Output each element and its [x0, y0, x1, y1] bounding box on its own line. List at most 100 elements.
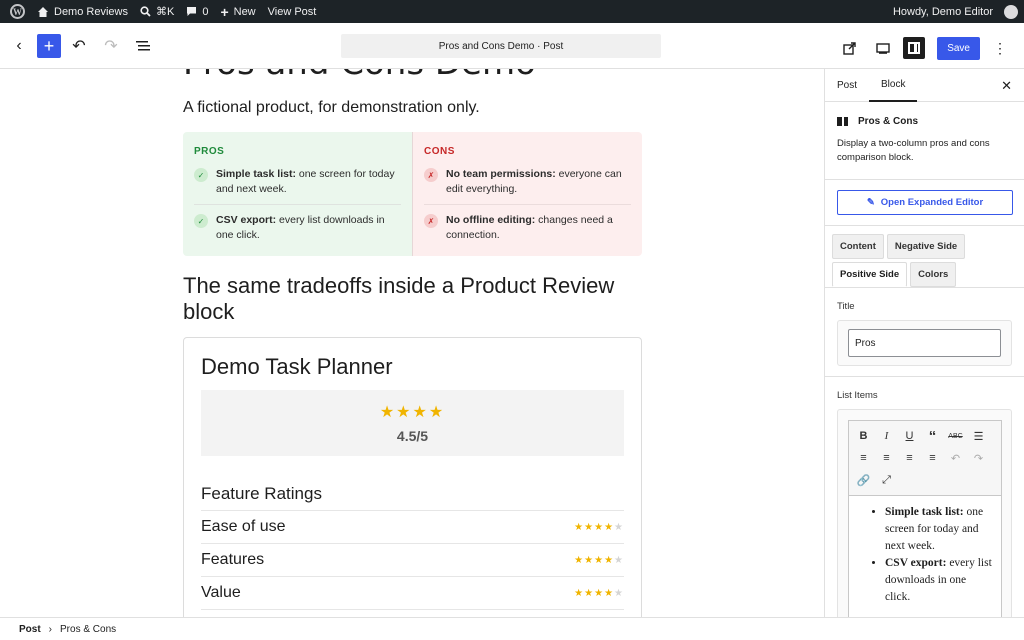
rich-text-toolbar: B I U “ ABC ☰ ≡ ≡ ≡ ≡ ↶ ↷ 🔗 ⤢ [848, 420, 1002, 496]
check-icon: ✓ [194, 214, 208, 228]
feature-stars-icon: ★★★★★ [574, 554, 624, 566]
numbered-list-icon[interactable]: ≡ [853, 448, 874, 468]
new-content-menu[interactable]: + New [214, 0, 261, 23]
site-name-label: Demo Reviews [54, 5, 128, 18]
save-button[interactable]: Save [937, 36, 980, 60]
tab-positive-side[interactable]: Positive Side [832, 262, 908, 287]
undo-icon: ↶ [72, 38, 86, 55]
underline-icon[interactable]: U [899, 426, 920, 446]
pros-item: ✓ Simple task list: one screen for today… [194, 167, 401, 205]
italic-icon[interactable]: I [876, 426, 897, 446]
undo-button[interactable]: ↶ [65, 32, 93, 60]
comment-icon [187, 7, 197, 16]
block-card-title: Pros & Cons [837, 116, 1012, 127]
redo-button[interactable]: ↷ [97, 32, 125, 60]
tab-negative-side[interactable]: Negative Side [886, 234, 966, 259]
feature-stars-icon: ★★★★★ [574, 521, 624, 533]
settings-tabs: Content Negative Side Positive Side Colo… [825, 226, 1024, 287]
list-item: CSV export: every list downloads in one … [885, 555, 993, 606]
cons-heading: CONS [424, 146, 455, 157]
redo-icon[interactable]: ↷ [968, 448, 989, 468]
check-icon: ✓ [194, 168, 208, 182]
tab-block[interactable]: Block [869, 69, 918, 102]
plus-icon: + [220, 3, 229, 20]
options-menu-button[interactable]: ⋮ [986, 34, 1014, 62]
pros-item-text: CSV export: every list downloads in one … [216, 213, 401, 243]
open-expanded-editor-button[interactable]: ✎ Open Expanded Editor [837, 190, 1013, 215]
title-field-wrap: Pros [837, 320, 1012, 366]
document-title: Pros and Cons Demo · Post [438, 40, 564, 52]
rich-text-body[interactable]: Simple task list: one screen for today a… [848, 496, 1002, 617]
site-name-link[interactable]: Demo Reviews [31, 0, 134, 23]
pros-column: PROS ✓ Simple task list: one screen for … [183, 132, 413, 256]
align-center-icon[interactable]: ≡ [899, 448, 920, 468]
blockquote-icon[interactable]: “ [922, 426, 943, 446]
wordpress-logo-menu[interactable]: W [0, 0, 31, 23]
feature-row: Features ★★★★★ [201, 544, 624, 577]
search-icon [140, 6, 151, 17]
bullet-list-icon[interactable]: ☰ [968, 426, 989, 446]
command-palette-button[interactable]: ⌘K [134, 0, 180, 23]
redo-icon: ↷ [104, 38, 118, 55]
external-link-icon [843, 41, 856, 55]
breadcrumb-block[interactable]: Pros & Cons [60, 624, 116, 635]
feature-label: Ease of use [201, 518, 286, 535]
fullscreen-icon[interactable]: ⤢ [876, 470, 897, 490]
align-left-icon[interactable]: ≡ [876, 448, 897, 468]
preview-button[interactable] [869, 34, 897, 62]
back-chevron-icon[interactable]: ‹ [5, 32, 33, 60]
tab-content[interactable]: Content [832, 234, 884, 259]
overall-stars-icon: ★★★★ [379, 404, 446, 421]
link-icon[interactable]: 🔗 [853, 470, 874, 490]
tab-post[interactable]: Post [825, 69, 869, 102]
undo-icon[interactable]: ↶ [945, 448, 966, 468]
feature-row: Value ★★★★★ [201, 577, 624, 610]
post-title[interactable]: Pros and Cons Demo [183, 69, 536, 83]
pros-heading: PROS [194, 146, 225, 157]
pros-item: ✓ CSV export: every list downloads in on… [194, 213, 401, 250]
cross-icon: ✗ [424, 168, 438, 182]
new-label: New [233, 5, 256, 18]
pros-cons-block[interactable]: PROS ✓ Simple task list: one screen for … [183, 132, 642, 256]
sidebar-tabs: Post Block ✕ [825, 69, 1024, 102]
settings-sidebar: Post Block ✕ Pros & Cons Display a two-c… [824, 69, 1024, 617]
view-post-button[interactable] [835, 34, 863, 62]
bold-icon[interactable]: B [853, 426, 874, 446]
account-menu[interactable]: Howdy, Demo Editor [887, 0, 1024, 23]
list-items-label: List Items [837, 390, 878, 401]
list-item-bold: CSV export: [885, 557, 947, 569]
search-shortcut-label: ⌘K [155, 6, 175, 18]
expanded-editor-label: Open Expanded Editor [880, 197, 984, 208]
document-overview-button[interactable] [129, 32, 157, 60]
block-name: Pros & Cons [858, 116, 919, 127]
feature-label: Features [201, 551, 265, 568]
title-field-label: Title [837, 301, 855, 312]
comments-count: 0 [202, 5, 209, 18]
list-items-editor: B I U “ ABC ☰ ≡ ≡ ≡ ≡ ↶ ↷ 🔗 ⤢ Simple tas… [837, 409, 1012, 617]
tab-colors[interactable]: Colors [910, 262, 957, 287]
pros-item-bold: CSV export: [216, 214, 277, 226]
list-view-icon [136, 41, 150, 51]
align-right-icon[interactable]: ≡ [922, 448, 943, 468]
section-heading[interactable]: The same tradeoffs inside a Product Revi… [183, 273, 642, 325]
title-input[interactable]: Pros [848, 329, 1001, 357]
close-icon[interactable]: ✕ [1001, 78, 1012, 94]
document-title-bar[interactable]: Pros and Cons Demo · Post [341, 34, 661, 58]
feature-ratings-heading: Feature Ratings [201, 484, 624, 511]
editor-canvas: Pros and Cons Demo A fictional product, … [0, 69, 824, 617]
block-inserter-button[interactable]: + [37, 34, 61, 58]
view-post-link[interactable]: View Post [262, 0, 323, 23]
product-name: Demo Task Planner [201, 354, 393, 379]
intro-paragraph[interactable]: A fictional product, for demonstration o… [183, 99, 480, 117]
strikethrough-icon[interactable]: ABC [945, 426, 966, 446]
breadcrumb: Post › Pros & Cons [0, 617, 1024, 640]
comments-link[interactable]: 0 [180, 0, 214, 23]
breadcrumb-post[interactable]: Post [19, 624, 41, 635]
product-review-block[interactable]: Demo Task Planner ★★★★ 4.5/5 Feature Rat… [183, 337, 642, 617]
pros-item-text: Simple task list: one screen for today a… [216, 167, 401, 197]
editor-toolbar: ‹ + ↶ ↷ Pros and Cons Demo · Post Save ⋮ [0, 23, 1024, 69]
settings-sidebar-toggle[interactable] [903, 37, 926, 59]
pencil-icon: ✎ [866, 197, 875, 208]
feature-stars-icon: ★★★★★ [574, 587, 624, 599]
view-post-label: View Post [267, 5, 317, 18]
